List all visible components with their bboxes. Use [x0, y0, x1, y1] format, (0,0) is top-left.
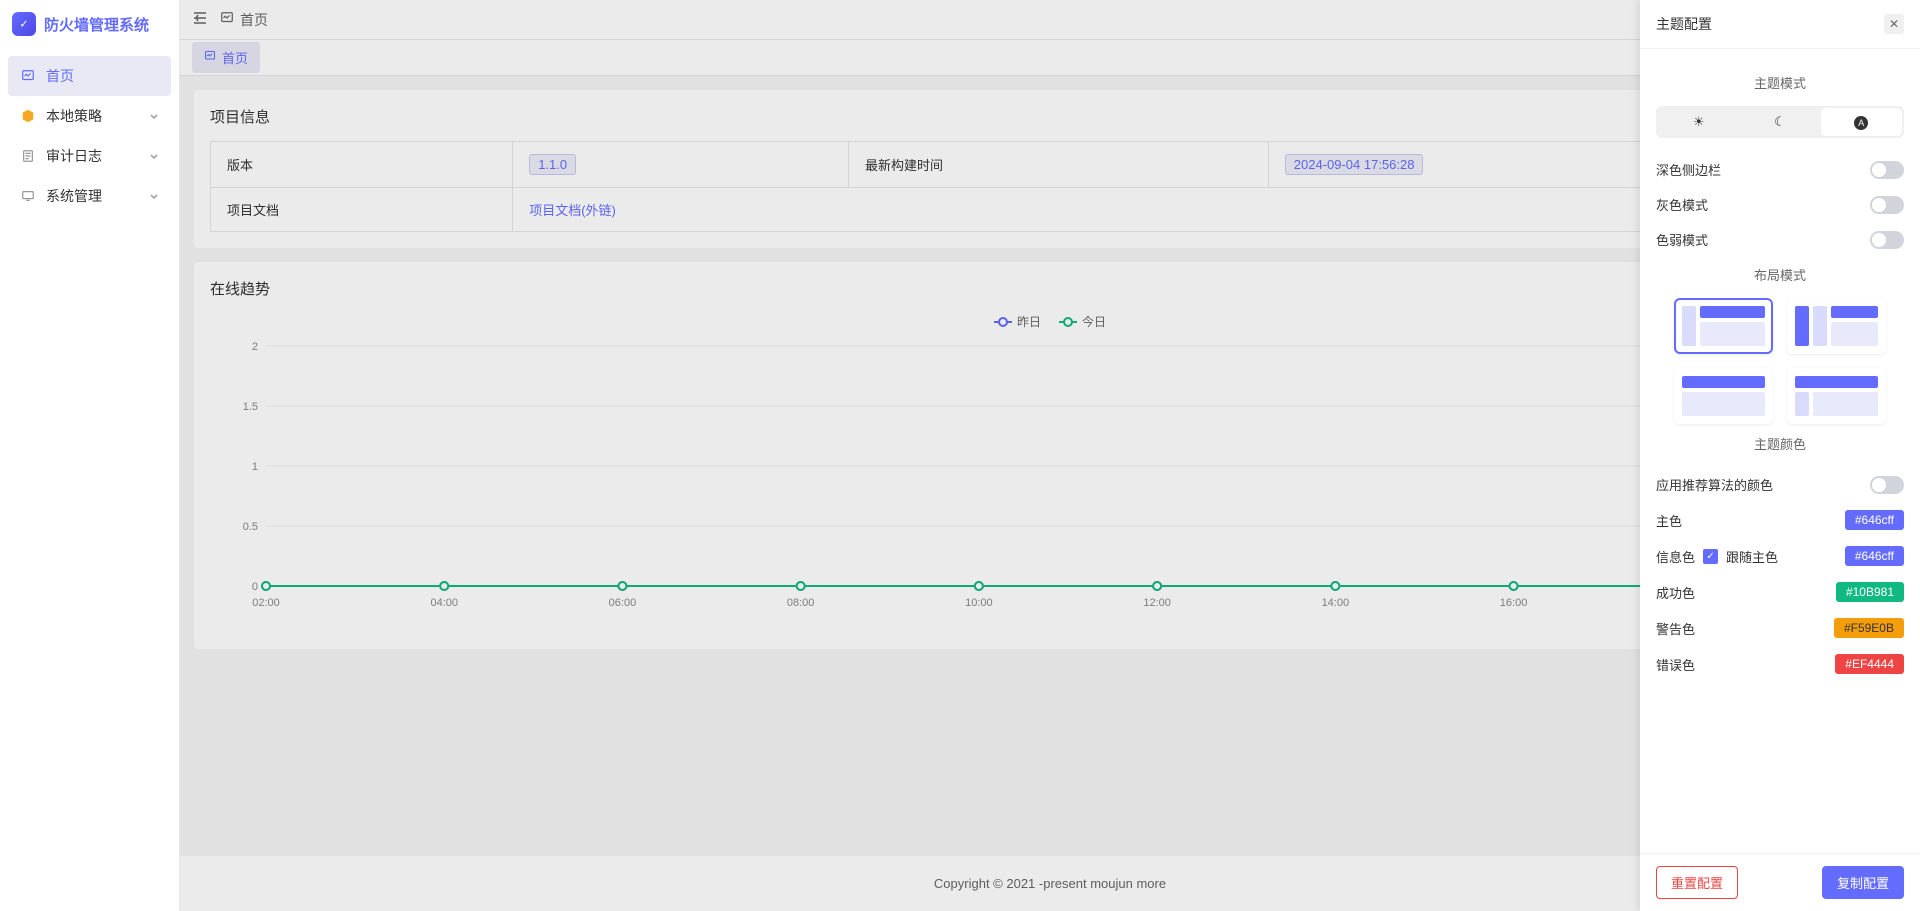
sidebar-item-policy[interactable]: 本地策略: [8, 96, 171, 136]
toggle-dark-sidebar: 深色侧边栏: [1656, 152, 1904, 187]
layout-classic[interactable]: [1674, 298, 1773, 354]
color-success: 成功色 #10B981: [1656, 574, 1904, 610]
sidebar-item-label: 审计日志: [46, 146, 102, 166]
color-swatch[interactable]: #10B981: [1836, 582, 1904, 602]
sidebar: 防火墙管理系统 首页 本地策略: [0, 0, 180, 911]
app-title: 防火墙管理系统: [44, 14, 149, 35]
sidebar-item-home[interactable]: 首页: [8, 56, 171, 96]
drawer-header: 主题配置 ✕: [1640, 0, 1920, 49]
color-swatch[interactable]: #646cff: [1845, 510, 1904, 530]
logo: 防火墙管理系统: [0, 0, 179, 48]
layout-grid: [1674, 298, 1886, 424]
section-title: 主题颜色: [1656, 434, 1904, 453]
color-swatch[interactable]: #EF4444: [1835, 654, 1904, 674]
toggle-label: 深色侧边栏: [1656, 160, 1721, 179]
follow-label: 跟随主色: [1726, 547, 1778, 566]
toggle-gray-mode: 灰色模式: [1656, 187, 1904, 222]
toggle-label: 色弱模式: [1656, 230, 1708, 249]
chevron-down-icon: [149, 188, 159, 204]
theme-drawer: 主题配置 ✕ 主题模式 ☀ ☾ A 深色侧边栏 灰色模式 色弱模式 布局模式: [1640, 0, 1920, 911]
color-error: 错误色 #EF4444: [1656, 646, 1904, 682]
copy-button[interactable]: 复制配置: [1822, 866, 1904, 899]
color-swatch[interactable]: #646cff: [1845, 546, 1904, 566]
auto-icon: A: [1854, 116, 1868, 130]
checkbox-follow[interactable]: ✓: [1703, 549, 1718, 564]
sidebar-item-label: 本地策略: [46, 106, 102, 126]
sidebar-item-system[interactable]: 系统管理: [8, 176, 171, 216]
sidebar-item-label: 首页: [46, 66, 74, 86]
color-warning: 警告色 #F59E0B: [1656, 610, 1904, 646]
mode-dark[interactable]: ☾: [1739, 108, 1820, 136]
toggle-label: 应用推荐算法的颜色: [1656, 475, 1773, 494]
toggle-recommend: 应用推荐算法的颜色: [1656, 467, 1904, 502]
color-label: 主色: [1656, 511, 1682, 530]
switch[interactable]: [1870, 161, 1904, 179]
color-primary: 主色 #646cff: [1656, 502, 1904, 538]
switch[interactable]: [1870, 196, 1904, 214]
monitor-icon: [20, 188, 36, 204]
sidebar-item-label: 系统管理: [46, 186, 102, 206]
color-info: 信息色 ✓ 跟随主色 #646cff: [1656, 538, 1904, 574]
color-label: 信息色: [1656, 547, 1695, 566]
color-label: 错误色: [1656, 655, 1695, 674]
chevron-down-icon: [149, 148, 159, 164]
mode-light[interactable]: ☀: [1658, 108, 1739, 136]
dashboard-icon: [20, 68, 36, 84]
color-swatch[interactable]: #F59E0B: [1834, 618, 1904, 638]
doc-icon: [20, 148, 36, 164]
section-title: 主题模式: [1656, 73, 1904, 92]
layout-mix[interactable]: [1787, 368, 1886, 424]
mode-auto[interactable]: A: [1821, 108, 1902, 136]
drawer-title: 主题配置: [1656, 14, 1712, 34]
color-label: 成功色: [1656, 583, 1695, 602]
drawer-body: 主题模式 ☀ ☾ A 深色侧边栏 灰色模式 色弱模式 布局模式: [1640, 49, 1920, 853]
toggle-weak-mode: 色弱模式: [1656, 222, 1904, 257]
moon-icon: ☾: [1774, 114, 1786, 129]
chevron-down-icon: [149, 108, 159, 124]
cube-icon: [20, 108, 36, 124]
section-title: 布局模式: [1656, 265, 1904, 284]
shield-icon: [12, 12, 36, 36]
color-label: 警告色: [1656, 619, 1695, 638]
sun-icon: ☀: [1693, 114, 1705, 129]
drawer-footer: 重置配置 复制配置: [1640, 853, 1920, 911]
sidebar-item-audit[interactable]: 审计日志: [8, 136, 171, 176]
menu: 首页 本地策略 审计日志: [0, 48, 179, 224]
switch[interactable]: [1870, 476, 1904, 494]
reset-button[interactable]: 重置配置: [1656, 866, 1738, 899]
close-icon[interactable]: ✕: [1884, 14, 1904, 34]
theme-mode-tabs: ☀ ☾ A: [1656, 106, 1904, 138]
layout-top[interactable]: [1674, 368, 1773, 424]
layout-column[interactable]: [1787, 298, 1886, 354]
toggle-label: 灰色模式: [1656, 195, 1708, 214]
switch[interactable]: [1870, 231, 1904, 249]
